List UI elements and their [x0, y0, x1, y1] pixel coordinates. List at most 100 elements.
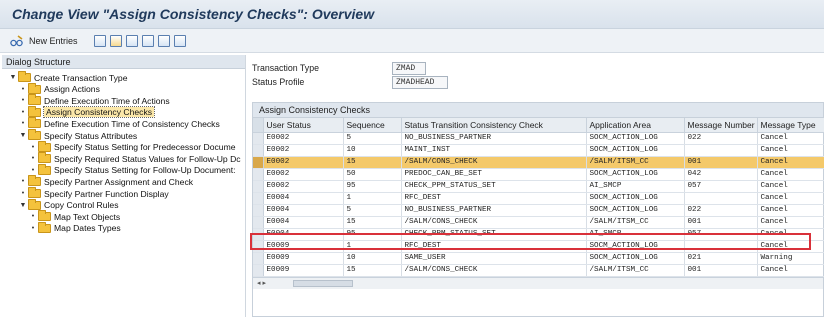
- tree-node-label[interactable]: Specify Partner Function Display: [44, 189, 169, 199]
- tree-node[interactable]: • Specify Status Setting for Predecessor …: [28, 140, 236, 153]
- cell-message-type[interactable]: Warning: [757, 252, 824, 265]
- expand-arrow-icon[interactable]: ▼: [18, 202, 28, 209]
- column-header-message-type[interactable]: Message Type: [757, 118, 824, 133]
- tree-node-label[interactable]: Specify Status Setting for Follow-Up Doc…: [54, 165, 236, 175]
- new-entries-button[interactable]: New Entries: [10, 33, 78, 49]
- cell-sequence[interactable]: 50: [343, 168, 402, 181]
- table-row[interactable]: E0009 1 RFC_DEST SOCM_ACTION_LOG Cancel: [253, 240, 824, 253]
- cell-message-type[interactable]: Cancel: [757, 216, 824, 229]
- cell-consistency-check[interactable]: /SALM/CONS_CHECK: [401, 216, 587, 229]
- cell-consistency-check[interactable]: MAINT_INST: [401, 144, 587, 157]
- cell-application-area[interactable]: SOCM_ACTION_LOG: [586, 144, 685, 157]
- cell-message-number[interactable]: 042: [684, 168, 758, 181]
- cell-message-type[interactable]: Cancel: [757, 264, 824, 277]
- row-selector[interactable]: [253, 216, 264, 229]
- tree-node-label[interactable]: Specify Status Attributes: [44, 131, 137, 141]
- cell-consistency-check[interactable]: /SALM/CONS_CHECK: [401, 264, 587, 277]
- cell-user-status[interactable]: E0002: [263, 144, 344, 157]
- column-header-sequence[interactable]: Sequence: [343, 118, 402, 133]
- tree-node-label[interactable]: Specify Status Setting for Predecessor D…: [54, 142, 236, 152]
- tree-node-label[interactable]: Assign Actions: [44, 84, 100, 94]
- scroll-arrows-icon[interactable]: ◂ ▸: [257, 279, 266, 287]
- scrollbar-thumb[interactable]: [293, 279, 353, 287]
- cell-message-type[interactable]: Cancel: [757, 180, 824, 193]
- cell-message-number[interactable]: 022: [684, 204, 758, 217]
- cell-consistency-check[interactable]: RFC_DEST: [401, 192, 587, 205]
- cell-user-status[interactable]: E0004: [263, 204, 344, 217]
- cell-application-area[interactable]: AI_SMCP: [586, 180, 685, 193]
- tree-node-label[interactable]: Specify Partner Assignment and Check: [44, 177, 193, 187]
- column-header-consistency-check[interactable]: Status Transition Consistency Check: [401, 118, 587, 133]
- cell-consistency-check[interactable]: NO_BUSINESS_PARTNER: [401, 204, 587, 217]
- table-row[interactable]: E0004 95 CHECK_PPM_STATUS_SET AI_SMCP 057 Can…: [253, 228, 824, 241]
- expand-arrow-icon[interactable]: ▼: [18, 132, 28, 139]
- tree-node-label[interactable]: Specify Required Status Values for Follo…: [54, 154, 241, 164]
- copy-as-button[interactable]: [110, 33, 122, 49]
- cell-sequence[interactable]: 95: [343, 228, 402, 241]
- cell-application-area[interactable]: /SALM/ITSM_CC: [586, 264, 685, 277]
- cell-sequence[interactable]: 1: [343, 240, 402, 253]
- tree-node-label[interactable]: Map Text Objects: [54, 212, 120, 222]
- cell-message-type[interactable]: Cancel: [757, 204, 824, 217]
- row-selector[interactable]: [253, 204, 264, 217]
- cell-consistency-check[interactable]: SAME_USER: [401, 252, 587, 265]
- cell-application-area[interactable]: AI_SMCP: [586, 228, 685, 241]
- cell-message-number[interactable]: 001: [684, 216, 758, 229]
- select-all-button[interactable]: [142, 33, 154, 49]
- cell-message-number[interactable]: [684, 192, 758, 205]
- cell-consistency-check[interactable]: NO_BUSINESS_PARTNER: [401, 132, 587, 145]
- cell-application-area[interactable]: SOCM_ACTION_LOG: [586, 252, 685, 265]
- tree-node-label[interactable]: Map Dates Types: [54, 223, 121, 233]
- column-header-message-number[interactable]: Message Number: [684, 118, 758, 133]
- cell-application-area[interactable]: SOCM_ACTION_LOG: [586, 240, 685, 253]
- tree-node[interactable]: • Define Execution Time of Actions: [18, 94, 170, 106]
- cell-user-status[interactable]: E0009: [263, 252, 344, 265]
- tree-node[interactable]: • Define Execution Time of Consistency Ch…: [18, 117, 220, 129]
- cell-application-area[interactable]: /SALM/ITSM_CC: [586, 216, 685, 229]
- row-selector[interactable]: [253, 240, 264, 253]
- tree-node[interactable]: • Specify Required Status Values for Foll…: [28, 152, 241, 164]
- cell-message-number[interactable]: 001: [684, 264, 758, 277]
- cell-message-type[interactable]: Cancel: [757, 192, 824, 205]
- cell-consistency-check[interactable]: CHECK_PPM_STATUS_SET: [401, 228, 587, 241]
- select-all-column-header[interactable]: [253, 118, 264, 133]
- tree-node[interactable]: • Map Text Objects: [28, 210, 120, 222]
- transaction-type-field[interactable]: ZMAD: [392, 61, 426, 75]
- cell-application-area[interactable]: /SALM/ITSM_CC: [586, 156, 685, 169]
- cell-message-type[interactable]: Cancel: [757, 156, 824, 169]
- tree-node-label[interactable]: Define Execution Time of Actions: [44, 96, 170, 106]
- table-row[interactable]: E0004 15/SALM/CONS_CHECK/SALM/ITSM_CC 001 C…: [253, 216, 824, 229]
- undo-button[interactable]: [126, 33, 138, 49]
- cell-sequence[interactable]: 5: [343, 204, 402, 217]
- cell-user-status[interactable]: E0004: [263, 192, 344, 205]
- cell-message-number[interactable]: 022: [684, 132, 758, 145]
- cell-message-type[interactable]: Cancel: [757, 240, 824, 253]
- cell-message-number[interactable]: 057: [684, 228, 758, 241]
- column-header-user-status[interactable]: User Status: [263, 118, 344, 133]
- deselect-all-button[interactable]: [174, 33, 186, 49]
- copy-button[interactable]: [94, 33, 106, 49]
- cell-sequence[interactable]: 15: [343, 264, 402, 277]
- expand-arrow-icon[interactable]: ▼: [8, 74, 18, 81]
- cell-message-number[interactable]: [684, 240, 758, 253]
- tree-node[interactable]: • Assign Actions: [18, 82, 100, 95]
- cell-user-status[interactable]: E0002: [263, 168, 344, 181]
- table-row[interactable]: E0009 10 SAME_USER SOCM_ACTION_LOG 021 Warnin…: [253, 252, 824, 265]
- cell-consistency-check[interactable]: CHECK_PPM_STATUS_SET: [401, 180, 587, 193]
- cell-sequence[interactable]: 10: [343, 252, 402, 265]
- cell-application-area[interactable]: SOCM_ACTION_LOG: [586, 204, 685, 217]
- table-row[interactable]: E0002 95 CHECK_PPM_STATUS_SET AI_SMCP 057 Can…: [253, 180, 824, 193]
- cell-sequence[interactable]: 15: [343, 216, 402, 229]
- cell-sequence[interactable]: 95: [343, 180, 402, 193]
- tree-node-label[interactable]: Define Execution Time of Consistency Che…: [44, 119, 220, 129]
- row-selector[interactable]: [253, 132, 264, 145]
- cell-message-type[interactable]: Cancel: [757, 144, 824, 157]
- cell-message-type[interactable]: Cancel: [757, 168, 824, 181]
- tree-node-label[interactable]: Create Transaction Type: [34, 73, 127, 83]
- table-row[interactable]: E0002 15/SALM/CONS_CHECK/SALM/ITSM_CC 001 C…: [253, 156, 824, 169]
- table-row[interactable]: E0002 10 MAINT_INST SOCM_ACTION_LOG Cancel: [253, 144, 824, 157]
- row-selector[interactable]: [253, 228, 264, 241]
- table-row[interactable]: E0004 1 RFC_DEST SOCM_ACTION_LOG Cancel: [253, 192, 824, 205]
- cell-user-status[interactable]: E0004: [263, 216, 344, 229]
- tree-node[interactable]: • Map Dates Types: [28, 221, 121, 234]
